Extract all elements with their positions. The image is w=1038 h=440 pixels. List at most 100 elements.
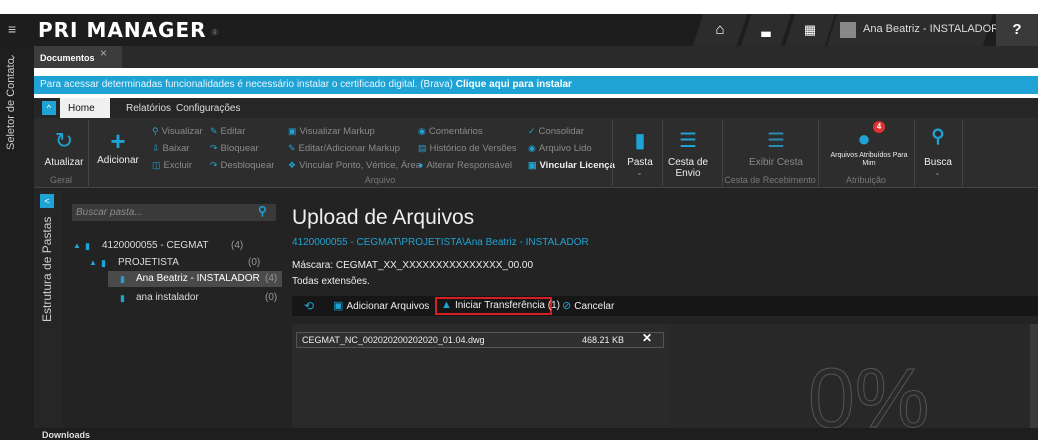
license-icon: ▣ — [528, 160, 537, 170]
adicionar-button[interactable]: Adicionar — [88, 155, 148, 166]
tree-item-label[interactable]: ana instalador — [136, 292, 199, 303]
folder-icon: ▮ — [85, 241, 90, 251]
consolidar-button[interactable]: ✓ Consolidar — [528, 126, 584, 137]
search-icon: ⚲ — [152, 126, 159, 136]
folder-icon: ▮ — [101, 258, 106, 268]
user-change-icon: ● — [418, 160, 424, 170]
search-icon[interactable]: ⚲ — [258, 204, 267, 218]
historico-button[interactable]: ▤ Histórico de Versões — [418, 143, 517, 154]
group-geral-label: Geral — [49, 175, 72, 185]
visualizar-markup-button[interactable]: ▣ Visualizar Markup — [288, 126, 375, 137]
baixar-label: Baixar — [162, 143, 190, 154]
tree-item-label[interactable]: Ana Beatriz - INSTALADOR — [136, 273, 260, 284]
avatar — [840, 22, 856, 38]
remove-file-icon[interactable]: ✕ — [642, 331, 652, 345]
search-icon[interactable]: ⚲ — [918, 126, 958, 147]
chevron-down-icon[interactable]: ⌄ — [686, 168, 693, 177]
group-cesta-label: Cesta de Recebimento — [724, 175, 816, 185]
cancel-button[interactable]: ⊘ Cancelar — [562, 299, 614, 312]
vincular-licenca-button[interactable]: ▣ Vincular Licença — [528, 160, 615, 171]
expand-arrow-icon[interactable]: ▲ — [89, 258, 97, 267]
tab-home-label[interactable]: Home — [68, 103, 95, 114]
desbloquear-button[interactable]: ↷ Desbloquear — [210, 160, 274, 171]
chart-icon[interactable]: ▃ — [746, 14, 786, 46]
tree-item-count: (4) — [231, 240, 244, 251]
mask-label: Máscara: CEGMAT_XX_XXXXXXXXXXXXXXX_00.00 — [292, 260, 534, 271]
file-name: CEGMAT_NC_002020200202020_01.04.dwg — [302, 335, 485, 345]
alterar-responsavel-label: Alterar Responsável — [426, 160, 512, 171]
bloquear-label: Bloquear — [220, 143, 259, 154]
unlock-icon: ↷ — [210, 160, 218, 170]
busca-button[interactable]: Busca — [908, 157, 968, 168]
check-icon: ✓ — [528, 126, 536, 136]
cart-icon[interactable]: ☰ — [756, 128, 796, 153]
vincular-licenca-label: Vincular Licença — [539, 160, 615, 171]
arquivo-lido-button[interactable]: ◉ Arquivo Lido — [528, 143, 592, 154]
cart-icon[interactable]: ☰ — [668, 128, 708, 153]
visualizar-button[interactable]: ⚲ Visualizar — [152, 126, 203, 137]
back-icon[interactable]: ⟲ — [304, 299, 314, 313]
arquivo-lido-label: Arquivo Lido — [538, 143, 592, 154]
install-certificate-link[interactable]: Clique aqui para instalar — [456, 79, 572, 90]
visualizar-markup-label: Visualizar Markup — [299, 126, 375, 137]
baixar-button[interactable]: ⇩ Baixar — [152, 143, 189, 154]
tab-relatorios[interactable]: Relatórios — [126, 103, 171, 114]
exibir-cesta-button[interactable]: Exibir Cesta — [746, 157, 806, 168]
divider — [914, 120, 915, 186]
group-atribuicao-label: Atribuição — [845, 175, 887, 185]
excluir-label: Excluir — [163, 160, 193, 171]
contact-selector-label[interactable]: Seletor de Contato — [5, 58, 17, 150]
add-files-button[interactable]: ▣ Adicionar Arquivos — [333, 299, 429, 312]
folder-icon: ▮ — [120, 293, 125, 303]
download-icon: ⇩ — [152, 143, 160, 153]
refresh-icon[interactable]: ↻ — [44, 128, 84, 154]
atualizar-button[interactable]: Atualizar — [34, 157, 94, 168]
registered-mark: ® — [212, 28, 218, 37]
add-files-label: Adicionar Arquivos — [346, 301, 430, 312]
editar-markup-button[interactable]: ✎ Editar/Adicionar Markup — [288, 143, 400, 154]
downloads-label[interactable]: Downloads — [42, 430, 90, 440]
tree-item-count: (4) — [265, 273, 278, 284]
home-icon[interactable]: ⌂ — [700, 14, 740, 46]
start-transfer-label-group[interactable]: ▲ Iniciar Transferência (1) — [441, 299, 560, 311]
chevron-down-icon[interactable]: ⌄ — [934, 168, 941, 177]
add-file-icon: ▣ — [333, 300, 344, 312]
bloquear-button[interactable]: ↷ Bloquear — [210, 143, 259, 154]
markup-edit-icon: ✎ — [288, 143, 296, 153]
calendar-icon[interactable]: ▦ — [790, 14, 830, 46]
user-name[interactable]: Ana Beatriz - INSTALADOR — [863, 23, 999, 35]
collapse-folders-icon[interactable]: < — [40, 194, 54, 208]
editar-button[interactable]: ✎ Editar — [210, 126, 245, 137]
arquivos-atribuidos-button[interactable]: Arquivos Atribuídos Para Mim — [830, 152, 908, 168]
cancel-label: Cancelar — [574, 301, 615, 312]
collapse-ribbon-icon[interactable]: ^ — [42, 101, 56, 115]
lock-icon: ↷ — [210, 143, 218, 153]
tab-configuracoes[interactable]: Configurações — [176, 103, 240, 114]
tab-documentos-label[interactable]: Documentos — [40, 53, 95, 63]
close-icon[interactable]: × — [100, 46, 107, 60]
folder-structure-label: Estrutura de Pastas — [40, 216, 54, 322]
tree-item-label[interactable]: PROJETISTA — [118, 257, 179, 268]
vincular-ponto-label: Vincular Ponto, Vértice, Área — [299, 160, 421, 171]
expand-arrow-icon[interactable]: ▲ — [73, 241, 81, 250]
trash-icon: ◫ — [152, 160, 161, 170]
consolidar-label: Consolidar — [538, 126, 584, 137]
desbloquear-label: Desbloquear — [220, 160, 275, 171]
tree-item-label[interactable]: 4120000055 - CEGMAT — [102, 240, 209, 251]
tree-item-count: (0) — [248, 257, 261, 268]
folder-search-input[interactable] — [76, 205, 246, 220]
hamburger-menu-icon[interactable]: ≡ — [8, 22, 22, 36]
document-tab-strip — [34, 46, 1038, 68]
add-file-icon[interactable]: + — [98, 126, 138, 157]
scrollbar[interactable] — [1030, 324, 1038, 428]
chevron-down-icon[interactable]: ⌄ — [636, 168, 643, 177]
comentarios-button[interactable]: ◉ Comentários — [418, 126, 483, 137]
vincular-ponto-button[interactable]: ❖ Vincular Ponto, Vértice, Área — [288, 160, 421, 171]
group-arquivo-label: Arquivo — [364, 175, 396, 185]
folder-icon[interactable]: ▮ — [620, 128, 660, 153]
tree-item-count: (0) — [265, 292, 278, 303]
help-button[interactable]: ? — [996, 14, 1038, 46]
alterar-responsavel-button[interactable]: ● Alterar Responsável — [418, 160, 512, 171]
excluir-button[interactable]: ◫ Excluir — [152, 160, 192, 171]
pencil-icon: ✎ — [210, 126, 218, 136]
